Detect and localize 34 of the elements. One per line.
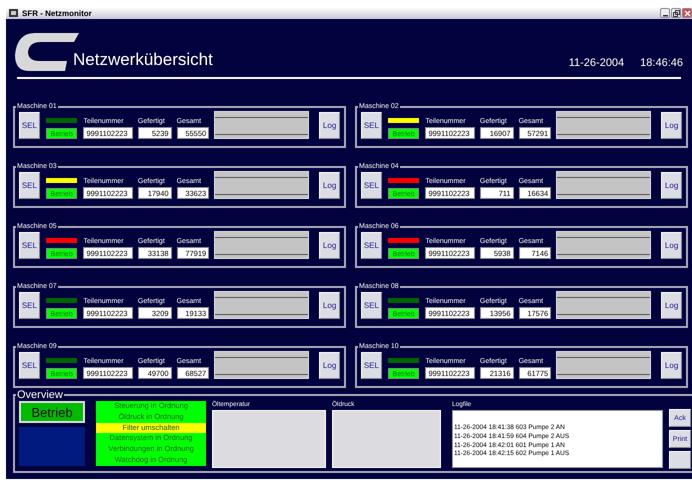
window-title: SFR - Netzmonitor [22, 8, 92, 18]
log-button[interactable]: Log [661, 352, 682, 379]
log-button[interactable]: Log [661, 232, 682, 259]
log-button[interactable]: Log [319, 112, 340, 139]
select-button[interactable]: SEL [19, 352, 40, 379]
select-button[interactable]: SEL [19, 232, 40, 259]
time-text: 18:46:46 [640, 57, 683, 69]
select-button[interactable]: SEL [361, 352, 382, 379]
log-button[interactable]: Log [661, 112, 682, 139]
select-button[interactable]: SEL [19, 112, 40, 139]
blank-button[interactable] [669, 451, 691, 469]
overview-title: Overview [16, 389, 64, 401]
log-button[interactable]: Log [319, 232, 340, 259]
page-title: Netzwerkübersicht [73, 50, 213, 70]
select-button[interactable]: SEL [361, 172, 382, 199]
close-icon [684, 10, 690, 16]
select-button[interactable]: SEL [361, 292, 382, 319]
display-panel [19, 427, 85, 466]
app-icon [9, 9, 18, 17]
select-button[interactable]: SEL [19, 292, 40, 319]
status-button[interactable]: Betrieb [19, 401, 85, 423]
select-button[interactable]: SEL [361, 232, 382, 259]
log-button[interactable]: Log [319, 172, 340, 199]
minimize-button[interactable] [660, 8, 670, 18]
log-button[interactable]: Log [319, 292, 340, 319]
log-button[interactable]: Log [661, 292, 682, 319]
log-button[interactable]: Log [661, 172, 682, 199]
restore-icon [672, 10, 680, 16]
select-button[interactable]: SEL [19, 172, 40, 199]
close-button[interactable] [682, 8, 692, 18]
log-button[interactable]: Log [319, 352, 340, 379]
select-button[interactable]: SEL [361, 112, 382, 139]
restore-button[interactable] [671, 8, 681, 18]
date-text: 11-26-2004 [568, 57, 624, 69]
